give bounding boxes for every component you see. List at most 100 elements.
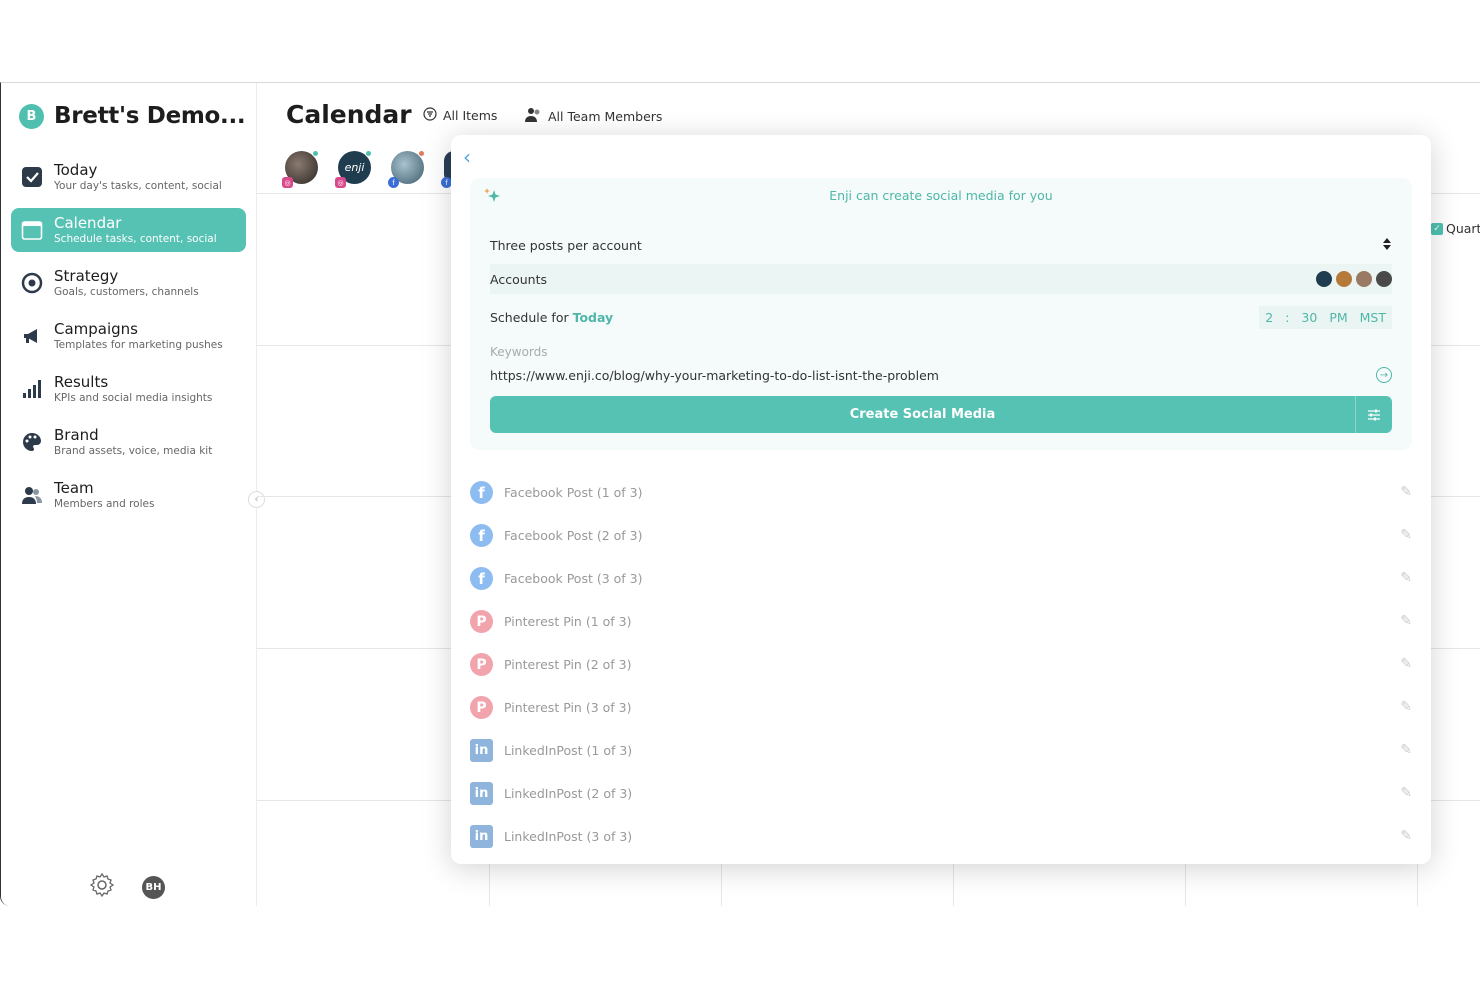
edit-icon[interactable]: ✎: [1400, 570, 1412, 586]
list-item[interactable]: in LinkedInPost (3 of 3) ✎: [470, 815, 1412, 858]
list-item[interactable]: f Facebook Post (2 of 3) ✎: [470, 514, 1412, 557]
generated-posts-list: f Facebook Post (1 of 3) ✎ f Facebook Po…: [470, 471, 1412, 858]
hour-field[interactable]: 2: [1259, 305, 1280, 329]
nav-item-campaigns[interactable]: Campaigns Templates for marketing pushes: [11, 314, 246, 358]
schedule-label: Schedule for Today: [490, 310, 613, 325]
linkedin-icon: in: [470, 782, 493, 805]
edit-icon[interactable]: ✎: [1400, 613, 1412, 629]
edit-icon[interactable]: ✎: [1400, 828, 1412, 844]
account-avatars: [1316, 271, 1392, 287]
create-social-modal: ‹ Enji can create social media for you T…: [451, 135, 1431, 864]
filter-icon: [423, 107, 437, 124]
account-avatar[interactable]: enji ◎: [335, 150, 372, 188]
nav-item-title: Calendar: [54, 214, 122, 232]
edit-icon[interactable]: ✎: [1400, 527, 1412, 543]
edit-icon[interactable]: ✎: [1400, 742, 1412, 758]
list-item[interactable]: f Facebook Post (1 of 3) ✎: [470, 471, 1412, 514]
account-avatar[interactable]: f: [388, 150, 425, 188]
generator-panel: Enji can create social media for you Thr…: [470, 178, 1412, 450]
button-label: Create Social Media: [849, 407, 996, 422]
list-item[interactable]: P Pinterest Pin (3 of 3) ✎: [470, 686, 1412, 729]
schedule-day-picker[interactable]: Today: [573, 310, 614, 325]
list-item[interactable]: f Facebook Post (3 of 3) ✎: [470, 557, 1412, 600]
workspace-switcher[interactable]: B Brett's Demo...: [19, 103, 246, 129]
bar-chart-icon: [21, 378, 43, 400]
nav-item-title: Brand: [54, 426, 99, 444]
post-label: Pinterest Pin (1 of 3): [504, 614, 632, 629]
calendar-event-chip[interactable]: ✓ Quarte: [1431, 221, 1480, 236]
panel-heading: Enji can create social media for you: [829, 188, 1053, 203]
checkbox-icon: ✓: [1431, 222, 1443, 235]
instagram-icon: ◎: [335, 177, 346, 188]
checkbox-icon: [21, 166, 43, 188]
account-avatar[interactable]: [1336, 271, 1352, 287]
edit-icon[interactable]: ✎: [1400, 785, 1412, 801]
nav-item-strategy[interactable]: Strategy Goals, customers, channels: [11, 261, 246, 305]
list-item[interactable]: P Pinterest Pin (2 of 3) ✎: [470, 643, 1412, 686]
accounts-row[interactable]: Accounts: [490, 264, 1392, 294]
nav-item-title: Team: [54, 479, 94, 497]
list-item[interactable]: in LinkedInPost (1 of 3) ✎: [470, 729, 1412, 772]
post-label: Facebook Post (3 of 3): [504, 571, 643, 586]
megaphone-icon: [21, 325, 43, 347]
timezone-field[interactable]: MST: [1353, 305, 1392, 329]
time-separator: :: [1279, 305, 1296, 329]
nav-item-today[interactable]: Today Your day's tasks, content, social: [11, 155, 246, 199]
nav-item-subtitle: Templates for marketing pushes: [54, 339, 223, 351]
post-label: Facebook Post (1 of 3): [504, 485, 643, 500]
event-label: Quarte: [1446, 221, 1480, 236]
post-label: Facebook Post (2 of 3): [504, 528, 643, 543]
pinterest-icon: P: [470, 610, 493, 633]
time-picker: 2 : 30 PM MST: [1259, 305, 1392, 329]
filter-all-items[interactable]: All Items: [423, 107, 497, 124]
edit-icon[interactable]: ✎: [1400, 656, 1412, 672]
sort-arrows-icon: [1382, 237, 1392, 254]
pinterest-icon: P: [470, 696, 493, 719]
minute-field[interactable]: 30: [1295, 305, 1324, 329]
workspace-name: Brett's Demo...: [54, 103, 246, 129]
sidebar-footer: BH: [89, 872, 165, 902]
keywords-input[interactable]: https://www.enji.co/blog/why-your-market…: [490, 367, 1392, 383]
edit-icon[interactable]: ✎: [1400, 484, 1412, 500]
facebook-icon: f: [470, 567, 493, 590]
nav-item-subtitle: Members and roles: [54, 498, 155, 510]
user-avatar[interactable]: BH: [142, 875, 165, 899]
create-social-media-button[interactable]: Create Social Media: [490, 396, 1392, 433]
list-item[interactable]: P Pinterest Pin (1 of 3) ✎: [470, 600, 1412, 643]
keywords-value: https://www.enji.co/blog/why-your-market…: [490, 367, 939, 383]
nav-item-calendar[interactable]: Calendar Schedule tasks, content, social: [11, 208, 246, 252]
nav-item-subtitle: Brand assets, voice, media kit: [54, 445, 213, 457]
arrow-right-icon[interactable]: →: [1376, 367, 1392, 383]
target-icon: [21, 272, 43, 294]
nav-item-brand[interactable]: Brand Brand assets, voice, media kit: [11, 420, 246, 464]
people-icon: [21, 484, 43, 506]
calendar-icon: [21, 219, 43, 241]
facebook-icon: f: [470, 481, 493, 504]
schedule-row: Schedule for Today 2 : 30 PM MST: [490, 302, 1392, 332]
account-avatar[interactable]: ◎: [282, 150, 319, 188]
chevron-left-icon[interactable]: ‹: [463, 145, 471, 169]
post-label: LinkedInPost (3 of 3): [504, 829, 633, 844]
account-avatar[interactable]: [1316, 271, 1332, 287]
post-label: LinkedInPost (2 of 3): [504, 786, 633, 801]
account-avatar[interactable]: [1356, 271, 1372, 287]
nav-item-subtitle: KPIs and social media insights: [54, 392, 213, 404]
status-dot: [418, 150, 425, 157]
nav-item-results[interactable]: Results KPIs and social media insights: [11, 367, 246, 411]
list-item[interactable]: in LinkedInPost (2 of 3) ✎: [470, 772, 1412, 815]
nav-item-team[interactable]: Team Members and roles: [11, 473, 246, 517]
sliders-icon[interactable]: [1355, 396, 1392, 433]
gear-icon[interactable]: [89, 872, 115, 902]
filter-label: All Team Members: [548, 108, 663, 124]
filter-team-members[interactable]: All Team Members: [525, 107, 662, 125]
nav-item-title: Results: [54, 373, 109, 391]
account-avatar[interactable]: [1376, 271, 1392, 287]
nav-item-title: Today: [54, 161, 98, 179]
posts-per-account-select[interactable]: Three posts per account: [490, 230, 1392, 260]
edit-icon[interactable]: ✎: [1400, 699, 1412, 715]
post-label: Pinterest Pin (3 of 3): [504, 700, 632, 715]
ampm-field[interactable]: PM: [1323, 305, 1354, 329]
accounts-label: Accounts: [490, 271, 547, 287]
status-dot: [365, 150, 372, 157]
page-title: Calendar: [286, 100, 412, 129]
